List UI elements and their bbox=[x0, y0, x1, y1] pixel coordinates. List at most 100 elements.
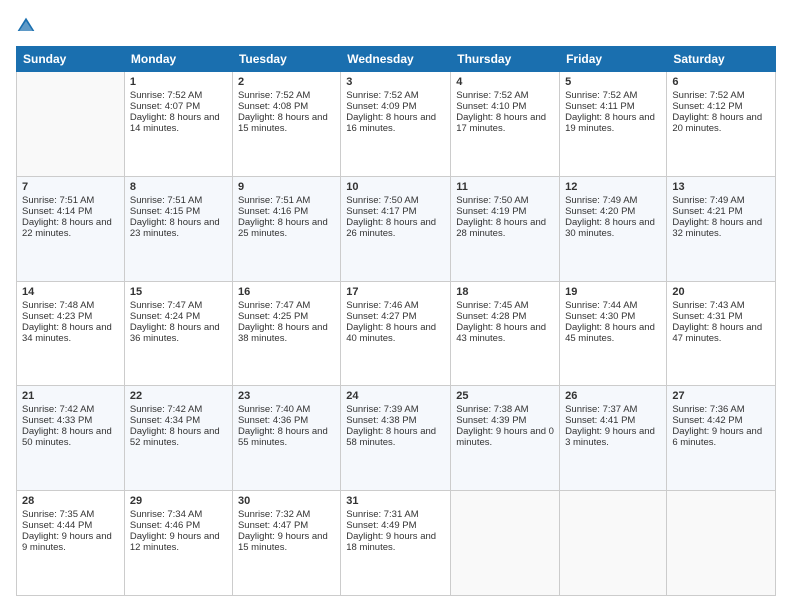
sunset: Sunset: 4:14 PM bbox=[22, 206, 92, 217]
weekday-header-friday: Friday bbox=[560, 47, 667, 72]
weekday-header-thursday: Thursday bbox=[451, 47, 560, 72]
sunrise: Sunrise: 7:52 AM bbox=[456, 90, 528, 101]
day-cell: 26Sunrise: 7:37 AMSunset: 4:41 PMDayligh… bbox=[560, 386, 667, 491]
sunset: Sunset: 4:34 PM bbox=[130, 415, 200, 426]
daylight: Daylight: 8 hours and 14 minutes. bbox=[130, 112, 220, 134]
day-number: 26 bbox=[565, 390, 661, 402]
sunrise: Sunrise: 7:47 AM bbox=[238, 300, 310, 311]
weekday-header-saturday: Saturday bbox=[667, 47, 776, 72]
daylight: Daylight: 8 hours and 25 minutes. bbox=[238, 217, 328, 239]
day-cell: 24Sunrise: 7:39 AMSunset: 4:38 PMDayligh… bbox=[341, 386, 451, 491]
daylight: Daylight: 8 hours and 26 minutes. bbox=[346, 217, 436, 239]
day-cell: 29Sunrise: 7:34 AMSunset: 4:46 PMDayligh… bbox=[124, 491, 232, 596]
day-cell: 6Sunrise: 7:52 AMSunset: 4:12 PMDaylight… bbox=[667, 72, 776, 177]
day-cell: 4Sunrise: 7:52 AMSunset: 4:10 PMDaylight… bbox=[451, 72, 560, 177]
daylight: Daylight: 8 hours and 47 minutes. bbox=[672, 322, 762, 344]
weekday-header-wednesday: Wednesday bbox=[341, 47, 451, 72]
sunrise: Sunrise: 7:50 AM bbox=[346, 195, 418, 206]
day-number: 25 bbox=[456, 390, 554, 402]
sunrise: Sunrise: 7:42 AM bbox=[22, 404, 94, 415]
sunset: Sunset: 4:41 PM bbox=[565, 415, 635, 426]
sunset: Sunset: 4:15 PM bbox=[130, 206, 200, 217]
sunrise: Sunrise: 7:38 AM bbox=[456, 404, 528, 415]
day-cell: 12Sunrise: 7:49 AMSunset: 4:20 PMDayligh… bbox=[560, 176, 667, 281]
daylight: Daylight: 8 hours and 43 minutes. bbox=[456, 322, 546, 344]
week-row-3: 21Sunrise: 7:42 AMSunset: 4:33 PMDayligh… bbox=[17, 386, 776, 491]
daylight: Daylight: 8 hours and 36 minutes. bbox=[130, 322, 220, 344]
calendar-page: SundayMondayTuesdayWednesdayThursdayFrid… bbox=[0, 0, 792, 612]
daylight: Daylight: 9 hours and 0 minutes. bbox=[456, 426, 554, 448]
day-number: 30 bbox=[238, 495, 335, 507]
logo-icon bbox=[16, 16, 36, 36]
sunrise: Sunrise: 7:45 AM bbox=[456, 300, 528, 311]
daylight: Daylight: 9 hours and 15 minutes. bbox=[238, 531, 328, 553]
day-cell: 10Sunrise: 7:50 AMSunset: 4:17 PMDayligh… bbox=[341, 176, 451, 281]
daylight: Daylight: 8 hours and 50 minutes. bbox=[22, 426, 112, 448]
daylight: Daylight: 8 hours and 23 minutes. bbox=[130, 217, 220, 239]
sunrise: Sunrise: 7:35 AM bbox=[22, 509, 94, 520]
day-number: 14 bbox=[22, 286, 119, 298]
sunrise: Sunrise: 7:40 AM bbox=[238, 404, 310, 415]
header bbox=[16, 16, 776, 36]
sunset: Sunset: 4:08 PM bbox=[238, 101, 308, 112]
day-cell: 15Sunrise: 7:47 AMSunset: 4:24 PMDayligh… bbox=[124, 281, 232, 386]
week-row-1: 7Sunrise: 7:51 AMSunset: 4:14 PMDaylight… bbox=[17, 176, 776, 281]
day-number: 5 bbox=[565, 76, 661, 88]
day-cell: 30 Sunrise: 7:32 AMSunset: 4:47 PMDayligh… bbox=[232, 491, 340, 596]
sunrise: Sunrise: 7:52 AM bbox=[565, 90, 637, 101]
sunset: Sunset: 4:47 PM bbox=[238, 520, 308, 531]
daylight: Daylight: 8 hours and 16 minutes. bbox=[346, 112, 436, 134]
sunrise: Sunrise: 7:34 AM bbox=[130, 509, 202, 520]
daylight: Daylight: 8 hours and 55 minutes. bbox=[238, 426, 328, 448]
day-number: 4 bbox=[456, 76, 554, 88]
day-number: 7 bbox=[22, 181, 119, 193]
sunrise: Sunrise: 7:44 AM bbox=[565, 300, 637, 311]
day-number: 31 bbox=[346, 495, 445, 507]
sunset: Sunset: 4:21 PM bbox=[672, 206, 742, 217]
sunrise: Sunrise: 7:42 AM bbox=[130, 404, 202, 415]
sunset: Sunset: 4:38 PM bbox=[346, 415, 416, 426]
day-cell: 1Sunrise: 7:52 AMSunset: 4:07 PMDaylight… bbox=[124, 72, 232, 177]
daylight: Daylight: 9 hours and 18 minutes. bbox=[346, 531, 436, 553]
sunrise: Sunrise: 7:51 AM bbox=[22, 195, 94, 206]
day-cell: 22Sunrise: 7:42 AMSunset: 4:34 PMDayligh… bbox=[124, 386, 232, 491]
daylight: Daylight: 8 hours and 38 minutes. bbox=[238, 322, 328, 344]
sunset: Sunset: 4:09 PM bbox=[346, 101, 416, 112]
weekday-header-row: SundayMondayTuesdayWednesdayThursdayFrid… bbox=[17, 47, 776, 72]
sunset: Sunset: 4:36 PM bbox=[238, 415, 308, 426]
calendar-table: SundayMondayTuesdayWednesdayThursdayFrid… bbox=[16, 46, 776, 596]
logo bbox=[16, 16, 38, 36]
day-cell: 19Sunrise: 7:44 AMSunset: 4:30 PMDayligh… bbox=[560, 281, 667, 386]
day-cell: 23 Sunrise: 7:40 AMSunset: 4:36 PMDayligh… bbox=[232, 386, 340, 491]
sunset: Sunset: 4:23 PM bbox=[22, 311, 92, 322]
sunset: Sunset: 4:33 PM bbox=[22, 415, 92, 426]
day-number: 23 bbox=[238, 390, 335, 402]
day-cell: 25Sunrise: 7:38 AMSunset: 4:39 PMDayligh… bbox=[451, 386, 560, 491]
sunrise: Sunrise: 7:48 AM bbox=[22, 300, 94, 311]
sunset: Sunset: 4:11 PM bbox=[565, 101, 635, 112]
sunset: Sunset: 4:31 PM bbox=[672, 311, 742, 322]
day-number: 27 bbox=[672, 390, 770, 402]
sunset: Sunset: 4:49 PM bbox=[346, 520, 416, 531]
day-number: 16 bbox=[238, 286, 335, 298]
day-cell bbox=[667, 491, 776, 596]
day-cell: 8Sunrise: 7:51 AMSunset: 4:15 PMDaylight… bbox=[124, 176, 232, 281]
sunset: Sunset: 4:44 PM bbox=[22, 520, 92, 531]
day-cell bbox=[560, 491, 667, 596]
day-number: 6 bbox=[672, 76, 770, 88]
sunrise: Sunrise: 7:51 AM bbox=[130, 195, 202, 206]
sunrise: Sunrise: 7:32 AM bbox=[238, 509, 310, 520]
sunset: Sunset: 4:42 PM bbox=[672, 415, 742, 426]
day-cell: 14Sunrise: 7:48 AMSunset: 4:23 PMDayligh… bbox=[17, 281, 125, 386]
day-cell: 16Sunrise: 7:47 AMSunset: 4:25 PMDayligh… bbox=[232, 281, 340, 386]
day-cell: 31Sunrise: 7:31 AMSunset: 4:49 PMDayligh… bbox=[341, 491, 451, 596]
day-number: 13 bbox=[672, 181, 770, 193]
week-row-0: 1Sunrise: 7:52 AMSunset: 4:07 PMDaylight… bbox=[17, 72, 776, 177]
sunrise: Sunrise: 7:52 AM bbox=[238, 90, 310, 101]
day-number: 29 bbox=[130, 495, 227, 507]
day-number: 22 bbox=[130, 390, 227, 402]
day-cell: 5Sunrise: 7:52 AMSunset: 4:11 PMDaylight… bbox=[560, 72, 667, 177]
day-number: 2 bbox=[238, 76, 335, 88]
sunset: Sunset: 4:12 PM bbox=[672, 101, 742, 112]
sunrise: Sunrise: 7:39 AM bbox=[346, 404, 418, 415]
